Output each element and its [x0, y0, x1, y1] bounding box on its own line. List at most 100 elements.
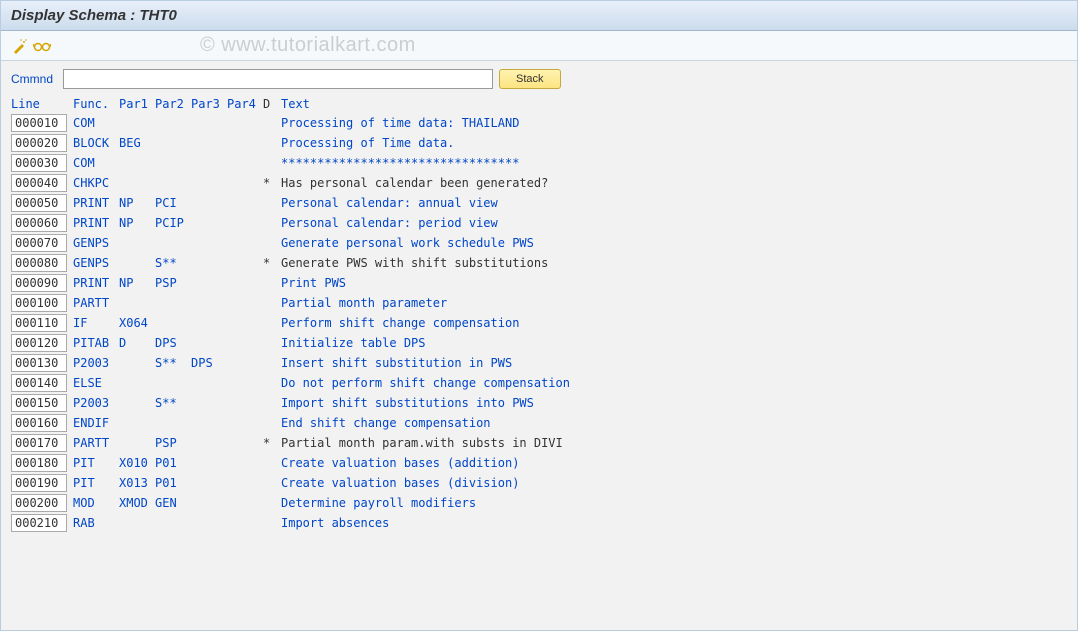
- cell-text: Personal calendar: period view: [281, 216, 1067, 230]
- cell-text: Create valuation bases (addition): [281, 456, 1067, 470]
- glasses-icon[interactable]: [33, 37, 51, 55]
- magic-wand-icon[interactable]: [11, 37, 29, 55]
- cell-par1: NP: [119, 216, 155, 230]
- cell-func: PARTT: [73, 296, 119, 310]
- cell-text: Determine payroll modifiers: [281, 496, 1067, 510]
- cell-func: MOD: [73, 496, 119, 510]
- line-number-input[interactable]: [11, 274, 67, 292]
- cell-text: Personal calendar: annual view: [281, 196, 1067, 210]
- line-number-input[interactable]: [11, 294, 67, 312]
- col-header-par3: Par3: [191, 97, 227, 111]
- cell-par2: PCIP: [155, 216, 191, 230]
- col-header-text: Text: [281, 97, 1067, 111]
- line-number-input[interactable]: [11, 334, 67, 352]
- line-number-input[interactable]: [11, 154, 67, 172]
- table-row: PITABDDPSInitialize table DPS: [11, 333, 1067, 353]
- cell-text: Partial month param.with substs in DIVI: [281, 436, 1067, 450]
- cell-text: Processing of time data: THAILAND: [281, 116, 1067, 130]
- cell-func: P2003: [73, 356, 119, 370]
- table-row: GENPS Generate personal work schedule PWS: [11, 233, 1067, 253]
- cell-text: *********************************: [281, 156, 1067, 170]
- cell-text: Insert shift substitution in PWS: [281, 356, 1067, 370]
- cell-func: IF: [73, 316, 119, 330]
- table-row: CHKPC*Has personal calendar been generat…: [11, 173, 1067, 193]
- cell-text: Generate personal work schedule PWS: [281, 236, 1067, 250]
- cell-par2: P01: [155, 476, 191, 490]
- cell-func: PRINT: [73, 196, 119, 210]
- line-number-input[interactable]: [11, 314, 67, 332]
- window-title: Display Schema : THT0: [1, 1, 1077, 31]
- schema-grid: Line Func. Par1 Par2 Par3 Par4 D Text CO…: [11, 95, 1067, 533]
- cell-par1: BEG: [119, 136, 155, 150]
- line-number-input[interactable]: [11, 214, 67, 232]
- line-number-input[interactable]: [11, 234, 67, 252]
- cell-par2: PSP: [155, 276, 191, 290]
- table-row: P2003S**Import shift substitutions into …: [11, 393, 1067, 413]
- command-row: Cmmnd Stack: [11, 69, 1067, 89]
- cell-func: COM: [73, 156, 119, 170]
- grid-header: Line Func. Par1 Par2 Par3 Par4 D Text: [11, 95, 1067, 113]
- table-row: IFX064Perform shift change compensation: [11, 313, 1067, 333]
- line-number-input[interactable]: [11, 374, 67, 392]
- table-row: ENDIF End shift change compensation: [11, 413, 1067, 433]
- cell-func: PRINT: [73, 216, 119, 230]
- toolbar: [1, 31, 1077, 61]
- cell-par2: PSP: [155, 436, 191, 450]
- cell-d: *: [263, 176, 281, 190]
- table-row: PRINTNPPSPPrint PWS: [11, 273, 1067, 293]
- cell-par2: S**: [155, 396, 191, 410]
- cell-text: Generate PWS with shift substitutions: [281, 256, 1067, 270]
- cell-d: *: [263, 256, 281, 270]
- cell-par1: NP: [119, 276, 155, 290]
- cell-func: ENDIF: [73, 416, 119, 430]
- table-row: PRINTNPPCI Personal calendar: annual view: [11, 193, 1067, 213]
- cell-func: P2003: [73, 396, 119, 410]
- stack-button[interactable]: Stack: [499, 69, 561, 89]
- line-number-input[interactable]: [11, 254, 67, 272]
- cell-func: GENPS: [73, 236, 119, 250]
- col-header-par1: Par1: [119, 97, 155, 111]
- line-number-input[interactable]: [11, 354, 67, 372]
- cell-par2: GEN: [155, 496, 191, 510]
- col-header-func: Func.: [73, 97, 119, 111]
- line-number-input[interactable]: [11, 454, 67, 472]
- col-header-line: Line: [11, 97, 73, 111]
- table-row: MODXMODGENDetermine payroll modifiers: [11, 493, 1067, 513]
- table-row: ELSEDo not perform shift change compensa…: [11, 373, 1067, 393]
- cell-func: PARTT: [73, 436, 119, 450]
- cell-func: CHKPC: [73, 176, 119, 190]
- cell-text: End shift change compensation: [281, 416, 1067, 430]
- table-row: BLOCKBEGProcessing of Time data.: [11, 133, 1067, 153]
- table-row: COM *********************************: [11, 153, 1067, 173]
- cell-text: Partial month parameter: [281, 296, 1067, 310]
- cell-func: COM: [73, 116, 119, 130]
- cell-par2: PCI: [155, 196, 191, 210]
- line-number-input[interactable]: [11, 394, 67, 412]
- col-header-d: D: [263, 97, 281, 111]
- line-number-input[interactable]: [11, 434, 67, 452]
- table-row: PITX010P01Create valuation bases (additi…: [11, 453, 1067, 473]
- command-input[interactable]: [63, 69, 493, 89]
- cell-par1: NP: [119, 196, 155, 210]
- table-row: PRINTNPPCIP Personal calendar: period vie…: [11, 213, 1067, 233]
- cell-par2: S**: [155, 256, 191, 270]
- table-row: COM Processing of time data: THAILAND: [11, 113, 1067, 133]
- line-number-input[interactable]: [11, 474, 67, 492]
- cell-func: BLOCK: [73, 136, 119, 150]
- line-number-input[interactable]: [11, 514, 67, 532]
- line-number-input[interactable]: [11, 174, 67, 192]
- line-number-input[interactable]: [11, 114, 67, 132]
- line-number-input[interactable]: [11, 414, 67, 432]
- col-header-par2: Par2: [155, 97, 191, 111]
- cell-par3: DPS: [191, 356, 227, 370]
- line-number-input[interactable]: [11, 194, 67, 212]
- line-number-input[interactable]: [11, 494, 67, 512]
- cell-func: ELSE: [73, 376, 119, 390]
- cell-func: PIT: [73, 456, 119, 470]
- cell-func: PRINT: [73, 276, 119, 290]
- cell-func: RAB: [73, 516, 119, 530]
- cell-par1: X013: [119, 476, 155, 490]
- line-number-input[interactable]: [11, 134, 67, 152]
- cell-par1: X010: [119, 456, 155, 470]
- main-area: Cmmnd Stack Line Func. Par1 Par2 Par3 Pa…: [1, 61, 1077, 541]
